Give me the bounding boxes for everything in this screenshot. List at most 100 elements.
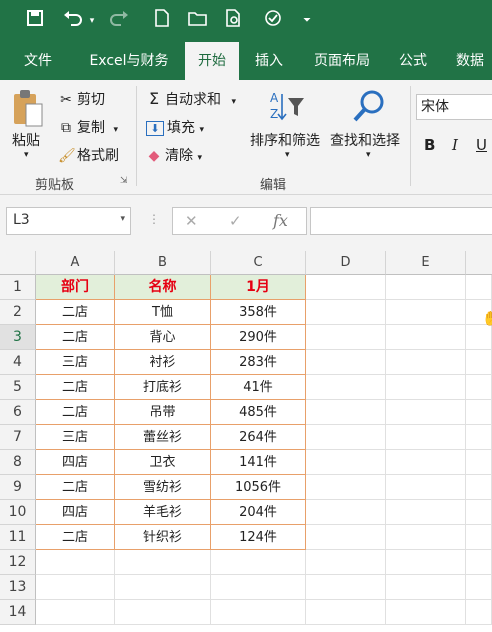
row-header-7[interactable]: 7 [0, 425, 36, 450]
paste-dropdown-icon[interactable]: ▾ [24, 150, 29, 160]
empty-cell[interactable] [306, 500, 386, 525]
empty-cell[interactable] [306, 400, 386, 425]
row-header-5[interactable]: 5 [0, 375, 36, 400]
row-header-14[interactable]: 14 [0, 600, 36, 625]
cut-button[interactable]: ✂ 剪切 [58, 89, 105, 109]
empty-cell[interactable] [386, 525, 466, 550]
table-cell[interactable]: 背心 [115, 325, 211, 350]
row-header-13[interactable]: 13 [0, 575, 36, 600]
table-cell[interactable]: 二店 [36, 475, 115, 500]
empty-cell[interactable] [386, 375, 466, 400]
column-header-b[interactable]: B [115, 251, 211, 275]
empty-cell[interactable] [306, 375, 386, 400]
formula-input[interactable] [310, 207, 492, 235]
new-file-icon[interactable] [150, 9, 174, 33]
magnifier-icon[interactable] [350, 88, 390, 124]
empty-cell[interactable] [466, 275, 492, 300]
table-cell[interactable]: 二店 [36, 375, 115, 400]
empty-cell[interactable] [36, 550, 115, 575]
header-cell[interactable]: 部门 [36, 275, 115, 300]
table-cell[interactable]: 290件 [211, 325, 306, 350]
autosum-button[interactable]: Σ 自动求和 ▾ [146, 89, 236, 109]
tab-data[interactable]: 数据 [446, 42, 492, 80]
select-all-corner[interactable] [0, 251, 36, 275]
table-cell[interactable]: 41件 [211, 375, 306, 400]
redo-icon[interactable] [106, 9, 132, 33]
table-cell[interactable]: 二店 [36, 525, 115, 550]
empty-cell[interactable] [466, 425, 492, 450]
empty-cell[interactable] [306, 525, 386, 550]
worksheet-grid[interactable]: A B C D E 1 部门 名称 1月 2 二店 T恤 358件 3 二店 背心 290件 4 三店 衬衫… [0, 251, 492, 632]
table-cell[interactable]: 三店 [36, 350, 115, 375]
save-icon[interactable] [22, 9, 48, 33]
format-painter-button[interactable]: 🖌格式刷 [58, 145, 119, 165]
tab-file[interactable]: 文件 [8, 42, 68, 80]
table-cell[interactable]: 四店 [36, 450, 115, 475]
autosum-dropdown-icon[interactable]: ▾ [231, 97, 236, 107]
table-cell[interactable]: 124件 [211, 525, 306, 550]
row-header-11[interactable]: 11 [0, 525, 36, 550]
column-header-f[interactable] [466, 251, 492, 275]
table-cell[interactable]: 485件 [211, 400, 306, 425]
column-header-a[interactable]: A [36, 251, 115, 275]
empty-cell[interactable] [466, 575, 492, 600]
empty-cell[interactable] [306, 475, 386, 500]
tab-insert[interactable]: 插入 [244, 42, 294, 80]
empty-cell[interactable] [386, 475, 466, 500]
empty-cell[interactable] [306, 450, 386, 475]
empty-cell[interactable] [115, 550, 211, 575]
tab-home[interactable]: 开始 [185, 42, 239, 80]
table-cell[interactable]: 358件 [211, 300, 306, 325]
empty-cell[interactable] [386, 350, 466, 375]
open-folder-icon[interactable] [186, 9, 210, 33]
table-cell[interactable]: 二店 [36, 300, 115, 325]
empty-cell[interactable] [386, 450, 466, 475]
fill-dropdown-icon[interactable]: ▾ [199, 125, 204, 135]
cancel-icon[interactable]: ✕ [185, 212, 198, 230]
name-box[interactable]: L3 ▾ [6, 207, 131, 235]
undo-icon[interactable] [60, 9, 86, 33]
empty-cell[interactable] [466, 450, 492, 475]
table-cell[interactable]: 卫衣 [115, 450, 211, 475]
empty-cell[interactable] [306, 600, 386, 625]
empty-cell[interactable] [466, 350, 492, 375]
find-select-dropdown-icon[interactable]: ▾ [366, 150, 371, 160]
empty-cell[interactable] [306, 300, 386, 325]
row-header-9[interactable]: 9 [0, 475, 36, 500]
empty-cell[interactable] [466, 375, 492, 400]
italic-button[interactable]: I [452, 136, 458, 154]
empty-cell[interactable] [386, 600, 466, 625]
bold-button[interactable]: B [424, 136, 435, 154]
copy-button[interactable]: ⧉ 复制 ▾ [58, 117, 118, 137]
table-cell[interactable]: 打底衫 [115, 375, 211, 400]
insert-function-icon[interactable]: fx [273, 211, 288, 230]
column-header-c[interactable]: C [211, 251, 306, 275]
tab-formulas[interactable]: 公式 [390, 42, 436, 80]
table-cell[interactable]: 264件 [211, 425, 306, 450]
table-cell[interactable]: 283件 [211, 350, 306, 375]
table-cell[interactable]: 204件 [211, 500, 306, 525]
tab-page-layout[interactable]: 页面布局 [300, 42, 384, 80]
row-header-4[interactable]: 4 [0, 350, 36, 375]
empty-cell[interactable] [386, 500, 466, 525]
table-cell[interactable]: 针织衫 [115, 525, 211, 550]
row-header-1[interactable]: 1 [0, 275, 36, 300]
empty-cell[interactable] [115, 600, 211, 625]
customize-qat-icon[interactable]: ⏷ [300, 9, 314, 33]
empty-cell[interactable] [36, 600, 115, 625]
empty-cell[interactable] [386, 325, 466, 350]
undo-dropdown-icon[interactable]: ▾ [86, 9, 98, 33]
table-cell[interactable]: T恤 [115, 300, 211, 325]
empty-cell[interactable] [306, 275, 386, 300]
empty-cell[interactable] [466, 400, 492, 425]
empty-cell[interactable] [386, 550, 466, 575]
empty-cell[interactable] [306, 325, 386, 350]
font-name-input[interactable]: 宋体 [416, 94, 492, 120]
table-cell[interactable]: 141件 [211, 450, 306, 475]
empty-cell[interactable] [466, 550, 492, 575]
empty-cell[interactable] [386, 575, 466, 600]
name-box-dropdown-icon[interactable]: ▾ [120, 214, 125, 224]
clipboard-launcher-icon[interactable]: ⇲ [120, 176, 128, 186]
sort-filter-dropdown-icon[interactable]: ▾ [285, 150, 290, 160]
sort-filter-button[interactable]: 排序和筛选 [250, 130, 320, 150]
